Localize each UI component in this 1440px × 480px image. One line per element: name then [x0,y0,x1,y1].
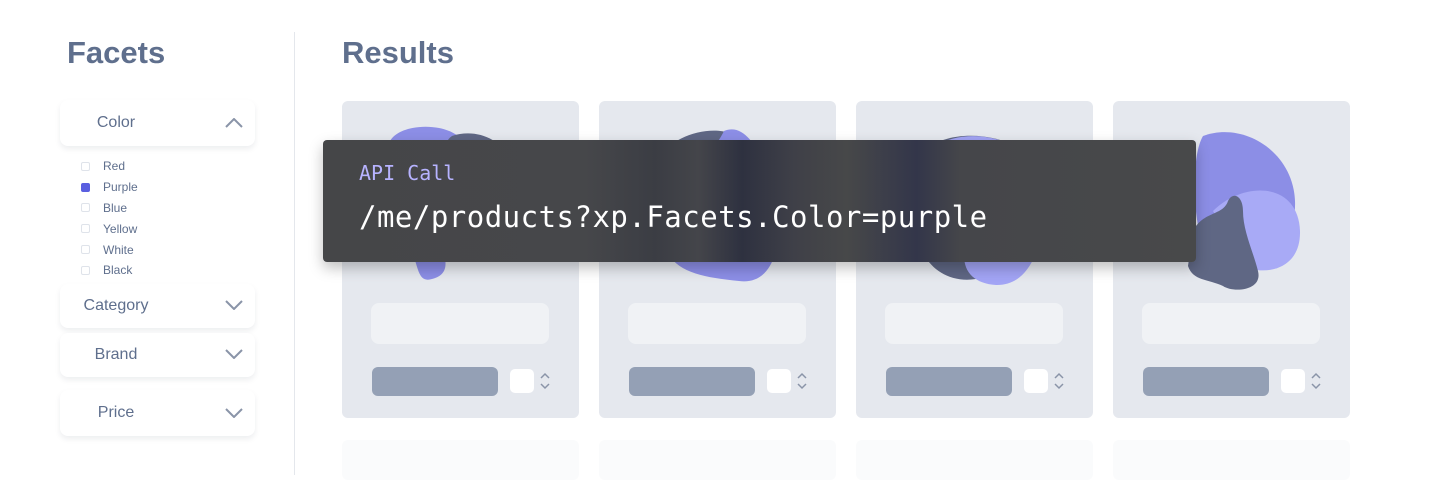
color-options: Red Purple Blue Yellow White Black [80,156,138,281]
facet-brand[interactable]: Brand [60,333,255,377]
product-card-placeholder [599,440,836,480]
color-option-red[interactable]: Red [80,156,138,177]
chevron-down-icon[interactable] [225,408,243,418]
chevron-down-icon[interactable] [225,300,243,310]
color-option-blue[interactable]: Blue [80,198,138,219]
option-label: Blue [103,200,128,215]
option-label: Yellow [103,221,138,236]
stepper-arrows-icon[interactable] [1054,371,1064,391]
add-to-cart-button[interactable] [372,367,498,396]
facet-color-label: Color [96,114,136,131]
option-label: Red [103,159,126,174]
product-title-placeholder [628,303,806,344]
facet-price[interactable]: Price [60,390,255,436]
checkbox-checked[interactable] [81,182,90,192]
add-to-cart-button[interactable] [886,367,1012,396]
option-label: Purple [103,180,138,195]
api-call-url: /me/products?xp.Facets.Color=purple [359,200,988,234]
chevron-up-icon[interactable] [225,118,243,128]
product-title-placeholder [885,303,1063,344]
option-label: Black [103,263,133,278]
color-option-yellow[interactable]: Yellow [80,218,138,239]
facet-category[interactable]: Category [60,284,255,328]
checkbox[interactable] [81,245,90,255]
stepper-arrows-icon[interactable] [797,371,807,391]
facet-brand-label: Brand [94,346,138,363]
facet-color[interactable]: Color [60,100,255,146]
checkbox[interactable] [81,203,90,213]
facets-heading: Facets [67,35,166,70]
checkbox[interactable] [81,265,90,275]
product-card-placeholder [342,440,579,480]
quantity-input[interactable] [1281,369,1305,393]
results-heading: Results [342,35,454,70]
api-call-label: API Call [359,161,456,185]
checkbox[interactable] [81,224,90,234]
chevron-down-icon[interactable] [225,349,243,359]
color-option-white[interactable]: White [80,239,138,260]
add-to-cart-button[interactable] [1143,367,1269,396]
quantity-input[interactable] [767,369,791,393]
product-card-placeholder [1113,440,1350,480]
add-to-cart-button[interactable] [629,367,755,396]
stepper-arrows-icon[interactable] [1311,371,1321,391]
checkbox[interactable] [81,161,90,171]
product-card-placeholder [856,440,1093,480]
product-title-placeholder [1142,303,1320,344]
facet-price-label: Price [97,404,135,421]
facet-category-label: Category [83,297,149,314]
api-call-overlay: API Call /me/products?xp.Facets.Color=pu… [323,140,1196,262]
color-option-black[interactable]: Black [80,260,138,281]
sidebar-divider [294,32,295,475]
product-title-placeholder [371,303,549,344]
color-option-purple[interactable]: Purple [80,177,138,198]
quantity-input[interactable] [1024,369,1048,393]
option-label: White [103,242,134,257]
stepper-arrows-icon[interactable] [540,371,550,391]
quantity-input[interactable] [510,369,534,393]
